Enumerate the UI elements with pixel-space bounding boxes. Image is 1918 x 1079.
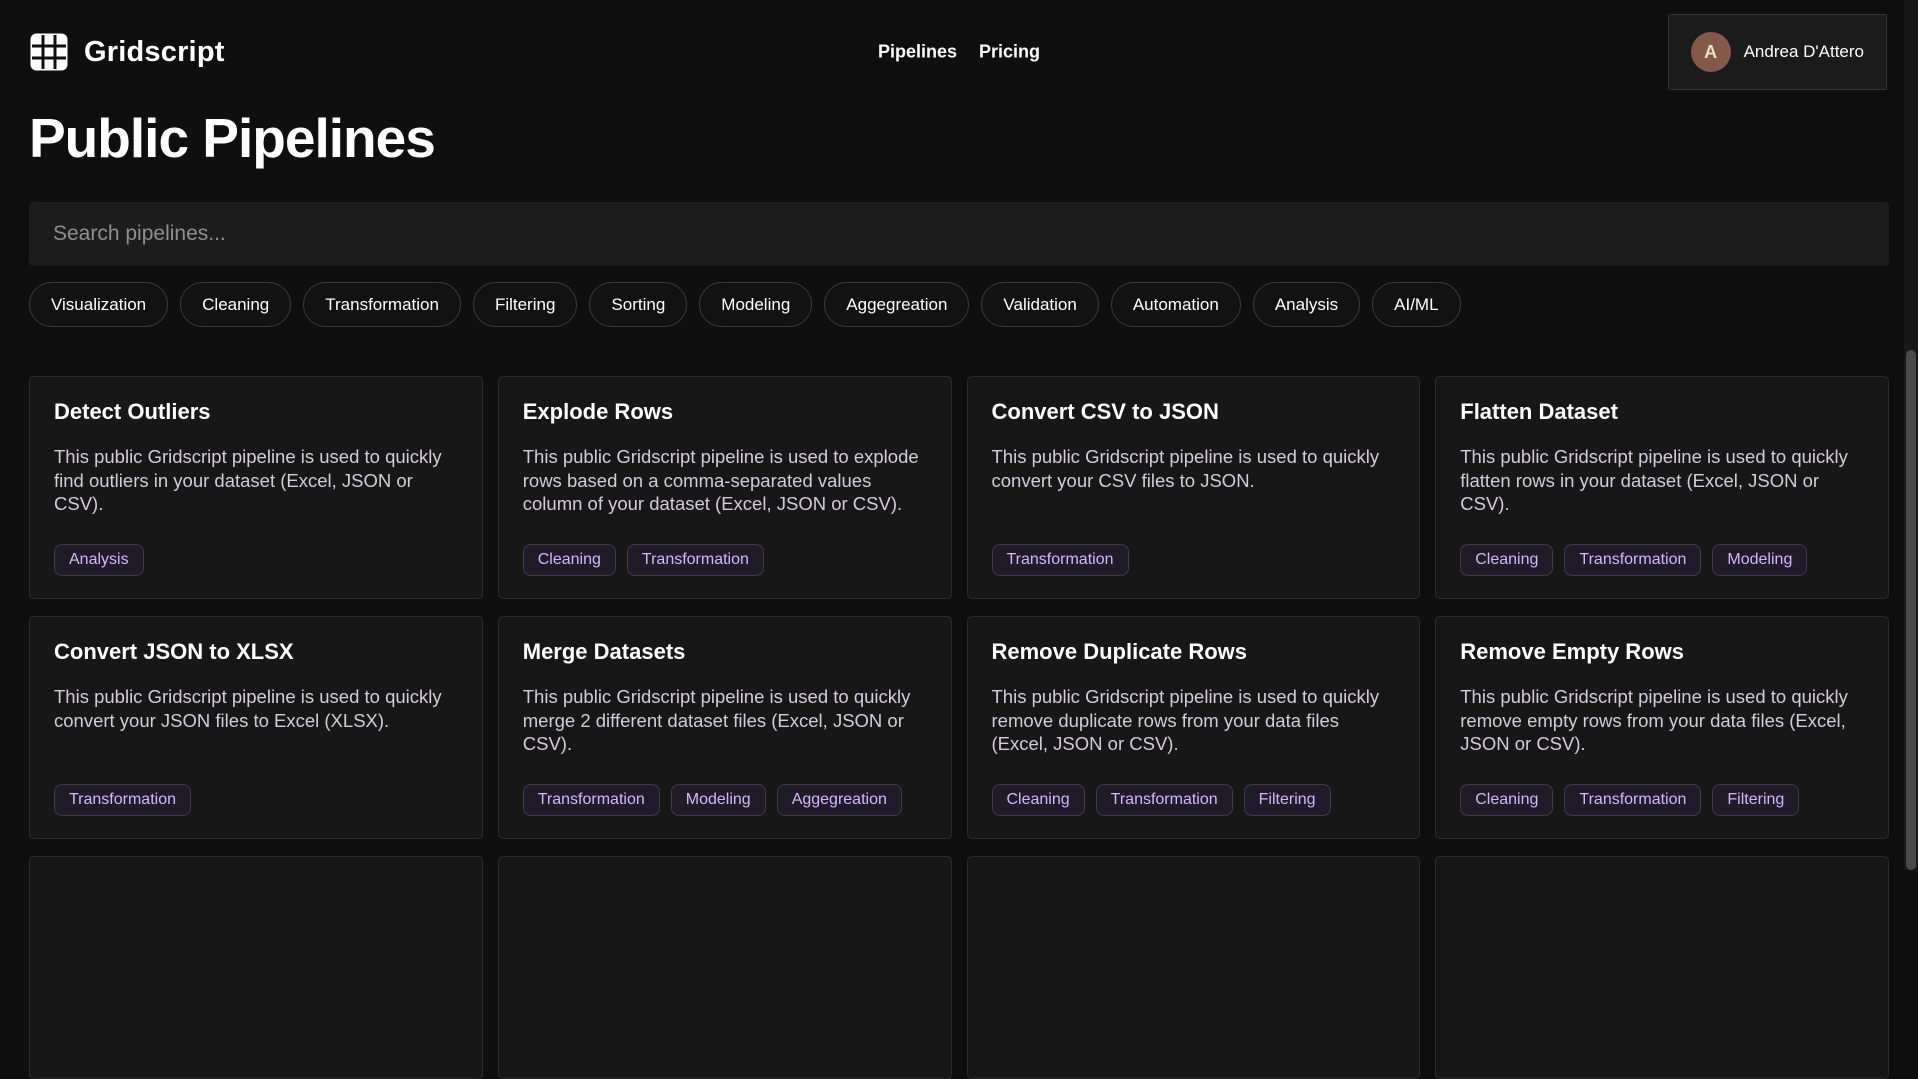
pipeline-title: Remove Empty Rows xyxy=(1460,639,1684,664)
tag-modeling: Modeling xyxy=(1712,544,1808,576)
pipeline-card-convert-csv-to-json[interactable]: Convert CSV to JSON This public Gridscrip… xyxy=(966,376,1421,599)
filter-pill-ai-ml[interactable]: AI/ML xyxy=(1372,282,1461,327)
pipeline-grid: Detect Outliers This public Gridscript pi… xyxy=(29,376,1889,1079)
pipeline-title: Convert JSON to XLSX xyxy=(54,639,294,664)
pipeline-description: This public Gridscript pipeline is used … xyxy=(991,446,1380,491)
tag-cleaning: Cleaning xyxy=(522,544,616,576)
tag-list: Transformation Modeling Aggegreation xyxy=(522,784,927,816)
filter-pill-sorting[interactable]: Sorting xyxy=(589,282,688,327)
scrollbar-thumb[interactable] xyxy=(1906,350,1916,870)
pipeline-card-partial[interactable] xyxy=(966,856,1421,1079)
tag-list: Cleaning Transformation Filtering xyxy=(991,784,1396,816)
pipeline-description: This public Gridscript pipeline is used … xyxy=(991,686,1380,755)
user-name: Andrea D'Attero xyxy=(1743,42,1864,61)
nav-item-pipelines[interactable]: Pipelines xyxy=(878,42,957,63)
pipeline-description: This public Gridscript pipeline is used … xyxy=(1460,446,1848,515)
filter-pill-modeling[interactable]: Modeling xyxy=(699,282,813,327)
pipeline-card-partial[interactable] xyxy=(29,856,483,1079)
tag-list: Transformation xyxy=(991,544,1396,576)
header: Gridscript Pipelines Pricing A Andrea D'… xyxy=(0,0,1918,104)
scrollbar[interactable] xyxy=(1904,0,1918,870)
pipeline-description: This public Gridscript pipeline is used … xyxy=(522,446,919,515)
pipeline-card-partial[interactable] xyxy=(1435,856,1889,1079)
filter-pill-visualization[interactable]: Visualization xyxy=(29,282,169,327)
pipeline-title: Flatten Dataset xyxy=(1460,399,1618,424)
brand-name: Gridscript xyxy=(84,35,225,68)
pipeline-card-convert-json-to-xlsx[interactable]: Convert JSON to XLSX This public Gridscri… xyxy=(29,616,483,839)
tag-transformation: Transformation xyxy=(522,784,660,816)
page-title: Public Pipelines xyxy=(29,107,436,169)
pipeline-title: Explode Rows xyxy=(522,399,674,424)
tag-transformation: Transformation xyxy=(1564,784,1702,816)
avatar: A xyxy=(1690,32,1731,72)
app-root: Gridscript Pipelines Pricing A Andrea D'… xyxy=(0,0,1918,1079)
filter-pill-aggegreation[interactable]: Aggegreation xyxy=(824,282,970,327)
pipeline-title: Remove Duplicate Rows xyxy=(991,639,1248,664)
pipeline-card-explode-rows[interactable]: Explode Rows This public Gridscript pipel… xyxy=(497,376,952,599)
tag-transformation: Transformation xyxy=(991,544,1129,576)
tag-cleaning: Cleaning xyxy=(991,784,1085,816)
tag-list: Transformation xyxy=(54,784,458,816)
tag-list: Cleaning Transformation Modeling xyxy=(1460,544,1864,576)
main-content: Public Pipelines VisualizationCleaningTr… xyxy=(0,106,1918,1079)
main-nav: Pipelines Pricing xyxy=(878,42,1040,63)
pipeline-title: Merge Datasets xyxy=(522,639,686,664)
filter-pill-analysis[interactable]: Analysis xyxy=(1252,282,1361,327)
tag-transformation: Transformation xyxy=(54,784,191,816)
pipeline-card-remove-empty-rows[interactable]: Remove Empty Rows This public Gridscript … xyxy=(1435,616,1889,839)
pipeline-card-partial[interactable] xyxy=(497,856,952,1079)
tag-filtering: Filtering xyxy=(1243,784,1331,816)
filter-pill-validation[interactable]: Validation xyxy=(981,282,1099,327)
tag-transformation: Transformation xyxy=(1095,784,1233,816)
pipeline-title: Detect Outliers xyxy=(54,399,211,424)
brand[interactable]: Gridscript xyxy=(29,32,225,72)
tag-list: Cleaning Transformation xyxy=(522,544,927,576)
pipeline-card-detect-outliers[interactable]: Detect Outliers This public Gridscript pi… xyxy=(29,376,483,599)
gridscript-logo-icon xyxy=(29,32,69,72)
nav-item-pricing[interactable]: Pricing xyxy=(979,42,1040,63)
tag-cleaning: Cleaning xyxy=(1460,784,1554,816)
search-input[interactable] xyxy=(29,202,1889,266)
filter-pill-transformation[interactable]: Transformation xyxy=(303,282,461,327)
pipeline-description: This public Gridscript pipeline is used … xyxy=(1460,686,1848,755)
tag-transformation: Transformation xyxy=(1564,544,1702,576)
pipeline-description: This public Gridscript pipeline is used … xyxy=(522,686,911,755)
tag-list: Analysis xyxy=(54,544,458,576)
pipeline-description: This public Gridscript pipeline is used … xyxy=(54,446,442,515)
user-card[interactable]: A Andrea D'Attero xyxy=(1667,14,1887,90)
tag-filtering: Filtering xyxy=(1712,784,1800,816)
pipeline-card-remove-duplicate-rows[interactable]: Remove Duplicate Rows This public Gridscr… xyxy=(966,616,1421,839)
filter-pill-automation[interactable]: Automation xyxy=(1110,282,1241,327)
pipeline-title: Convert CSV to JSON xyxy=(991,399,1219,424)
pipeline-card-merge-datasets[interactable]: Merge Datasets This public Gridscript pip… xyxy=(497,616,952,839)
filter-bar: Visualization Cleaning Transformation Filte… xyxy=(29,282,1889,327)
pipeline-card-flatten-dataset[interactable]: Flatten Dataset This public Gridscript pi… xyxy=(1435,376,1889,599)
tag-aggegreation: Aggegreation xyxy=(776,784,902,816)
filter-pill-cleaning[interactable]: Cleaning xyxy=(180,282,292,327)
tag-modeling: Modeling xyxy=(670,784,766,816)
tag-list: Cleaning Transformation Filtering xyxy=(1460,784,1864,816)
tag-cleaning: Cleaning xyxy=(1460,544,1554,576)
tag-transformation: Transformation xyxy=(626,544,764,576)
pipeline-description: This public Gridscript pipeline is used … xyxy=(54,686,442,731)
tag-analysis: Analysis xyxy=(54,544,144,576)
filter-pill-filtering[interactable]: Filtering xyxy=(472,282,578,327)
